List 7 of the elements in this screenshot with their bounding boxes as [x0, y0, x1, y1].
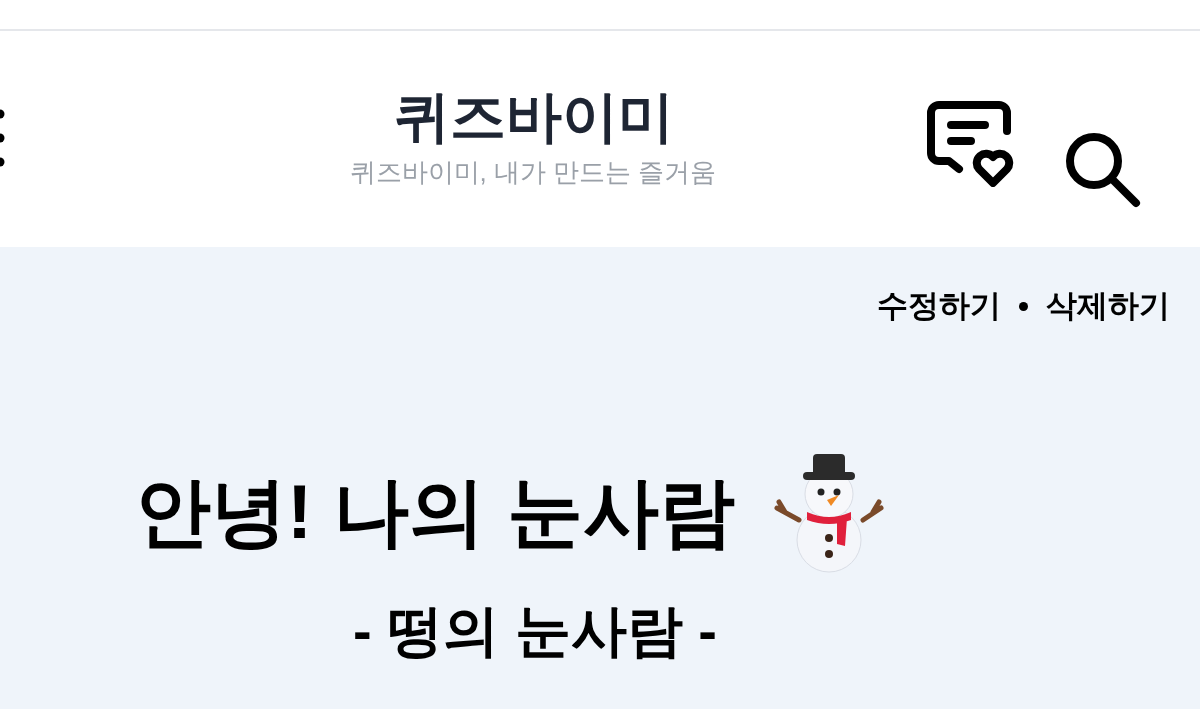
edit-link[interactable]: 수정하기 — [877, 283, 1001, 330]
site-tagline: 퀴즈바이미, 내가 만드는 즐거움 — [349, 156, 717, 189]
search-icon[interactable] — [1064, 131, 1142, 209]
post-subtitle: - 떵의 눈사람 - — [353, 597, 717, 664]
site-title[interactable]: 퀴즈바이미 — [394, 83, 674, 151]
delete-link[interactable]: 삭제하기 — [1046, 283, 1170, 330]
post-title: 안녕! 나의 눈사람 — [135, 467, 735, 556]
